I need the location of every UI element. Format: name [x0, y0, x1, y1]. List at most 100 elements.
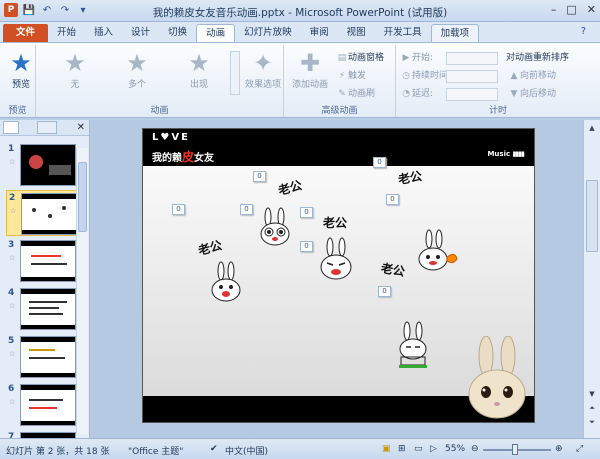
tab-transitions[interactable]: 切换: [159, 24, 196, 42]
close-icon[interactable]: ✕: [77, 122, 85, 133]
duration-input[interactable]: [446, 70, 498, 83]
tab-file[interactable]: 文件: [3, 24, 49, 42]
star-icon: ★: [188, 49, 210, 77]
duration-label: ◷ 持续时间:: [400, 69, 451, 84]
animation-order-tag[interactable]: 0: [373, 157, 386, 168]
animation-painter-button[interactable]: ✎ 动画刷: [336, 87, 375, 102]
tab-developer[interactable]: 开发工具: [375, 24, 431, 42]
effect-multiple[interactable]: ★ 多个: [116, 49, 158, 95]
tab-addins[interactable]: 加载项: [430, 24, 480, 42]
bunny-sticker[interactable]: [318, 237, 354, 281]
move-later-button[interactable]: ▼ 向后移动: [508, 87, 556, 102]
laogong-text[interactable]: 老公: [380, 259, 407, 280]
previous-slide-icon[interactable]: ⏶: [586, 402, 598, 414]
group-animation: ★ 无 ★ 多个 ★ 出现 ✦ 效果选项 动画: [36, 45, 284, 117]
zoom-level[interactable]: 55%: [445, 444, 465, 454]
delay-input[interactable]: [446, 88, 498, 101]
laogong-text[interactable]: 老公: [397, 167, 424, 188]
star-icon: ★: [126, 49, 148, 77]
language[interactable]: 中文(中国): [225, 444, 268, 457]
tab-design[interactable]: 设计: [122, 24, 159, 42]
arrow-up-icon: ▲: [510, 71, 518, 81]
vertical-scrollbar[interactable]: ▲ ▼ ⏶ ⏷: [583, 120, 600, 438]
tab-insert[interactable]: 插入: [85, 24, 122, 42]
animation-order-tag[interactable]: 0: [240, 204, 253, 215]
ribbon-tabs: 文件 开始 插入 设计 切换 动画 幻灯片放映 审阅 视图 开发工具 加载项 ?: [0, 22, 600, 42]
tab-review[interactable]: 审阅: [301, 24, 338, 42]
bunny-sticker[interactable]: [258, 207, 292, 247]
window-title: 我的赖皮女友音乐动画.pptx - Microsoft PowerPoint (…: [152, 7, 448, 19]
slideshow-icon[interactable]: ▷: [430, 444, 437, 454]
delay-icon: ◔: [402, 89, 410, 99]
spellcheck-icon[interactable]: ✔: [210, 444, 218, 454]
equalizer-icon: ▮▮▮▮: [512, 150, 525, 158]
laogong-text[interactable]: 老公: [276, 176, 304, 199]
slide-title: 我的赖皮女友: [152, 150, 215, 164]
animation-order-tag[interactable]: 0: [172, 204, 185, 215]
group-advanced-animation: ✚ 添加动画 ▤ 动画窗格 ⚡ 触发 ✎ 动画刷 高级动画: [284, 45, 396, 117]
start-icon: ▶: [402, 53, 410, 63]
scroll-up-icon[interactable]: ▲: [586, 122, 598, 134]
start-label: ▶ 开始:: [400, 51, 434, 66]
reorder-title: 对动画重新排序: [506, 53, 570, 63]
tab-animations[interactable]: 动画: [196, 24, 236, 42]
zoom-in-icon[interactable]: ⊕: [555, 444, 563, 454]
animation-order-tag[interactable]: 0: [253, 171, 266, 182]
fit-to-window-icon[interactable]: ⤢: [576, 444, 583, 454]
music-label: Music ▮▮▮▮: [487, 150, 525, 158]
move-earlier-button[interactable]: ▲ 向前移动: [508, 69, 556, 84]
scrollbar-thumb[interactable]: [78, 162, 87, 232]
bunny-sticker[interactable]: [393, 321, 433, 369]
help-icon[interactable]: ?: [581, 26, 586, 37]
tab-view[interactable]: 视图: [338, 24, 375, 42]
effect-none[interactable]: ★ 无: [54, 49, 96, 95]
effect-options-icon: ✦: [252, 49, 274, 77]
laogong-text[interactable]: 老公: [323, 214, 347, 231]
tab-outline[interactable]: [37, 121, 57, 134]
trigger-icon: ⚡: [338, 71, 346, 81]
slide-header: L♥VE 我的赖皮女友 Music ▮▮▮▮: [143, 129, 534, 166]
add-animation-icon: ✚: [299, 49, 321, 77]
theme-name: "Office 主题": [128, 447, 184, 457]
plush-bunny-image[interactable]: [462, 336, 534, 422]
clock-icon: ◷: [402, 71, 410, 81]
tab-home[interactable]: 开始: [48, 24, 85, 42]
effects-gallery-scroll[interactable]: [230, 51, 240, 95]
love-logo: L♥VE: [152, 132, 190, 143]
animation-order-tag[interactable]: 0: [378, 286, 391, 297]
animation-pane-icon: ▤: [337, 53, 347, 63]
slide-sorter-icon[interactable]: ⊞: [398, 444, 406, 454]
trigger-button[interactable]: ⚡ 触发: [336, 69, 366, 84]
status-bar: 幻灯片 第 2 张，共 18 张 "Office 主题" ✔ 中文(中国) ▣ …: [0, 438, 600, 459]
thumb-image: [29, 155, 43, 169]
animation-order-tag[interactable]: 0: [386, 194, 399, 205]
animation-pane-button[interactable]: ▤ 动画窗格: [336, 51, 384, 66]
add-animation-button[interactable]: ✚ 添加动画: [286, 49, 334, 95]
delay-label: ◔ 延迟:: [400, 87, 433, 102]
bunny-sticker[interactable]: [413, 229, 459, 275]
maximize-button[interactable]: □: [566, 3, 576, 16]
laogong-text[interactable]: 老公: [196, 236, 224, 259]
normal-view-icon[interactable]: ▣: [382, 444, 391, 454]
close-button[interactable]: ✕: [587, 3, 596, 16]
animation-order-tag[interactable]: 0: [300, 241, 313, 252]
start-dropdown[interactable]: [446, 52, 498, 65]
minimize-button[interactable]: –: [551, 3, 557, 16]
next-slide-icon[interactable]: ⏷: [586, 416, 598, 428]
scroll-down-icon[interactable]: ▼: [586, 388, 598, 400]
scrollbar-thumb[interactable]: [586, 180, 598, 252]
slides-panel-scrollbar[interactable]: [76, 148, 88, 434]
zoom-out-icon[interactable]: ⊖: [471, 444, 479, 454]
tab-slideshow[interactable]: 幻灯片放映: [235, 24, 301, 42]
reading-view-icon[interactable]: ▭: [414, 444, 423, 454]
effect-appear[interactable]: ★ 出现: [178, 49, 220, 95]
effect-options-button[interactable]: ✦ 效果选项: [241, 49, 285, 95]
tab-slides-thumbnails[interactable]: [3, 121, 19, 134]
title-bar: P 💾 ↶ ↷ ▾ 我的赖皮女友音乐动画.pptx - Microsoft Po…: [0, 0, 600, 22]
group-preview: ★ 预览 预览: [0, 45, 36, 117]
slides-panel: ✕ 1 ☆ 2 ☆ 3 ☆ 4 ☆ 5 ☆ 6 ☆ 7: [0, 120, 90, 438]
painter-icon: ✎: [338, 89, 346, 99]
bunny-sticker[interactable]: [209, 261, 243, 303]
animation-order-tag[interactable]: 0: [300, 207, 313, 218]
zoom-slider-thumb[interactable]: [512, 444, 518, 455]
